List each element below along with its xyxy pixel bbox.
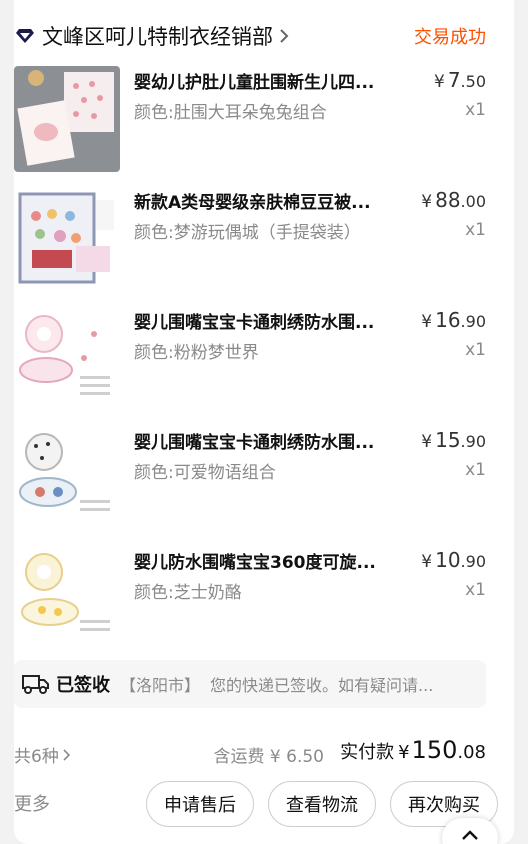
shop-name[interactable]: 文峰区呵儿特制衣经销部 bbox=[42, 21, 273, 51]
product-image[interactable] bbox=[14, 66, 120, 172]
product-image[interactable] bbox=[14, 306, 120, 412]
product-spec: 颜色:芝士奶酪 bbox=[134, 583, 242, 603]
logistics-city: 【洛阳市】 bbox=[120, 676, 201, 695]
view-logistics-button[interactable]: 查看物流 bbox=[268, 781, 376, 827]
shop-diamond-icon bbox=[14, 25, 36, 47]
chevron-right-icon bbox=[63, 748, 71, 761]
order-item[interactable]: 婴儿围嘴宝宝卡通刺绣防水围... 颜色:可爱物语组合 ¥15.90 x1 bbox=[14, 426, 486, 534]
product-spec: 颜色:梦游玩偶城（手提袋装） bbox=[134, 223, 361, 243]
product-spec: 颜色:可爱物语组合 bbox=[134, 463, 276, 483]
after-sale-button[interactable]: 申请售后 bbox=[146, 781, 254, 827]
item-count[interactable]: 共6种 bbox=[14, 742, 71, 767]
shipping-fee: 含运费 ¥ 6.50 bbox=[213, 747, 324, 767]
order-summary: 共6种 含运费 ¥ 6.50 实付款 ¥ 150 .08 bbox=[14, 736, 486, 770]
product-qty: x1 bbox=[465, 460, 486, 480]
product-title[interactable]: 婴儿围嘴宝宝卡通刺绣防水围... bbox=[134, 308, 409, 333]
product-price: ¥7.50 bbox=[433, 68, 486, 92]
product-title[interactable]: 婴儿围嘴宝宝卡通刺绣防水围... bbox=[134, 428, 409, 453]
logistics-status: 已签收 bbox=[56, 675, 110, 696]
chevron-right-icon[interactable] bbox=[279, 28, 289, 44]
order-status: 交易成功 bbox=[414, 27, 486, 48]
product-qty: x1 bbox=[465, 100, 486, 120]
scroll-to-top-button[interactable] bbox=[442, 818, 498, 844]
truck-icon bbox=[22, 672, 50, 696]
product-qty: x1 bbox=[465, 580, 486, 600]
more-button[interactable]: 更多 bbox=[14, 790, 50, 816]
product-image[interactable] bbox=[14, 426, 120, 532]
product-image[interactable] bbox=[14, 546, 120, 652]
product-title[interactable]: 新款A类母婴级亲肤棉豆豆被... bbox=[134, 188, 409, 213]
product-price: ¥10.90 bbox=[421, 548, 486, 572]
product-qty: x1 bbox=[465, 340, 486, 360]
total-paid: 实付款 ¥ 150 .08 bbox=[340, 736, 486, 764]
chevron-up-icon bbox=[461, 826, 479, 844]
order-item[interactable]: 婴儿围嘴宝宝卡通刺绣防水围... 颜色:粉粉梦世界 ¥16.90 x1 bbox=[14, 306, 486, 414]
logistics-bar[interactable]: 已签收 【洛阳市】 您的快递已签收。如有疑问请... bbox=[14, 660, 486, 708]
product-price: ¥15.90 bbox=[421, 428, 486, 452]
order-item[interactable]: 婴幼儿护肚儿童肚围新生儿四... 颜色:肚围大耳朵兔兔组合 ¥7.50 x1 bbox=[14, 66, 486, 174]
product-price: ¥88.00 bbox=[421, 188, 486, 212]
product-title[interactable]: 婴儿防水围嘴宝宝360度可旋... bbox=[134, 548, 409, 573]
product-spec: 颜色:肚围大耳朵兔兔组合 bbox=[134, 103, 327, 123]
order-item[interactable]: 婴儿防水围嘴宝宝360度可旋... 颜色:芝士奶酪 ¥10.90 x1 bbox=[14, 546, 486, 654]
product-price: ¥16.90 bbox=[421, 308, 486, 332]
product-spec: 颜色:粉粉梦世界 bbox=[134, 343, 259, 363]
product-qty: x1 bbox=[465, 220, 486, 240]
logistics-message: 您的快递已签收。如有疑问请... bbox=[210, 676, 434, 695]
product-title[interactable]: 婴幼儿护肚儿童肚围新生儿四... bbox=[134, 68, 409, 93]
product-image[interactable] bbox=[14, 186, 120, 292]
order-header: 文峰区呵儿特制衣经销部 交易成功 bbox=[14, 14, 486, 58]
order-item[interactable]: 新款A类母婴级亲肤棉豆豆被... 颜色:梦游玩偶城（手提袋装） ¥88.00 x… bbox=[14, 186, 486, 294]
